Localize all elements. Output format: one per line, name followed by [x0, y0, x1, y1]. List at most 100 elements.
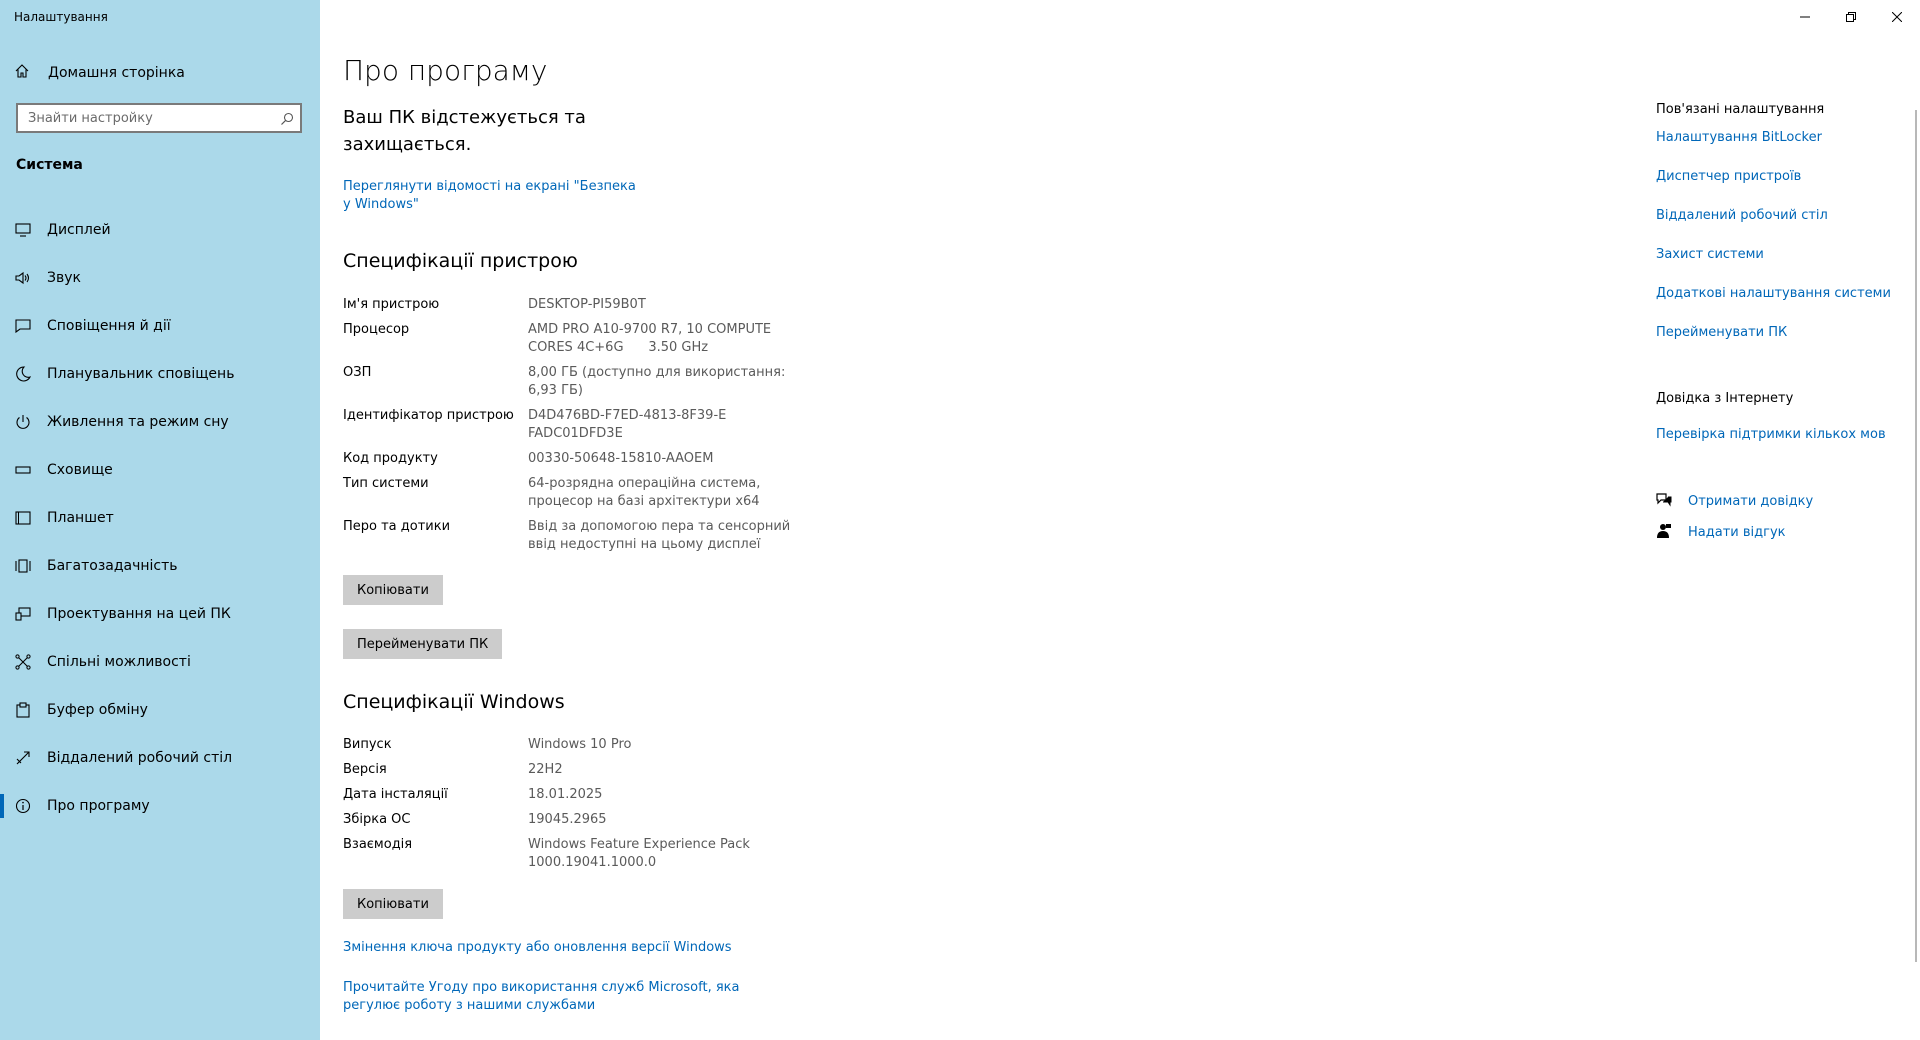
copy-windows-specs-button[interactable]: Копіювати — [343, 889, 443, 919]
sidebar-item-tablet[interactable]: Планшет — [0, 494, 320, 542]
web-help-language-link[interactable]: Перевірка підтримки кількох мов — [1656, 426, 1886, 444]
change-product-key-link[interactable]: Змінення ключа продукту або оновлення ве… — [343, 939, 732, 957]
section-title: Система — [16, 157, 83, 173]
home-icon — [14, 63, 30, 83]
power-icon — [14, 413, 32, 431]
sidebar-item-label: Буфер обміну — [47, 702, 148, 718]
spec-key: Дата інсталяції — [343, 787, 448, 802]
related-link-system-protection[interactable]: Захист системи — [1656, 246, 1764, 264]
spec-row: Випуск Windows 10 Pro — [343, 736, 813, 754]
speaker-icon — [14, 269, 32, 287]
services-agreement-link[interactable]: Прочитайте Угоду про використання служб … — [343, 979, 793, 1015]
spec-key: Ідентифікатор пристрою — [343, 408, 514, 423]
related-link-device-manager[interactable]: Диспетчер пристроїв — [1656, 168, 1801, 186]
get-help-link[interactable]: Отримати довідку — [1688, 493, 1813, 511]
spec-row: Збірка ОС 19045.2965 — [343, 811, 813, 829]
protection-status: Ваш ПК відстежується та захищається. — [343, 107, 586, 155]
sidebar-item-clipboard[interactable]: Буфер обміну — [0, 686, 320, 734]
spec-row: Взаємодія Windows Feature Experience Pac… — [343, 836, 813, 872]
related-link-advanced-settings[interactable]: Додаткові налаштування системи — [1656, 285, 1891, 303]
sidebar-item-focus-assist[interactable]: Планувальник сповіщень — [0, 350, 320, 398]
sidebar-item-multitasking[interactable]: Багатозадачність — [0, 542, 320, 590]
spec-value: 22H2 — [528, 762, 563, 777]
info-icon — [14, 797, 32, 815]
sidebar-item-label: Дисплей — [47, 222, 111, 238]
sidebar-item-label: Живлення та режим сну — [47, 414, 229, 430]
spec-key: Код продукту — [343, 451, 438, 466]
feedback-link[interactable]: Надати відгук — [1688, 524, 1786, 542]
security-details-link[interactable]: Переглянути відомості на екрані "Безпека… — [343, 178, 643, 214]
sidebar-item-remote-desktop[interactable]: Віддалений робочий стіл — [0, 734, 320, 782]
sidebar: Налаштування Домашня сторінка Система Ди… — [0, 0, 320, 1040]
shared-experiences-icon — [14, 653, 32, 671]
close-icon — [1891, 7, 1903, 26]
spec-key: Ім'я пристрою — [343, 297, 440, 312]
sidebar-item-label: Віддалений робочий стіл — [47, 750, 233, 766]
windows-specs-table: Випуск Windows 10 Pro Версія 22H2 Дата і… — [343, 736, 813, 879]
search-input[interactable] — [26, 109, 270, 127]
sidebar-item-label: Спільні можливості — [47, 654, 191, 670]
spec-value: 8,00 ГБ (доступно для використання: 6,93… — [528, 365, 786, 398]
sidebar-item-shared-experiences[interactable]: Спільні можливості — [0, 638, 320, 686]
sidebar-item-storage[interactable]: Сховище — [0, 446, 320, 494]
sidebar-item-notifications[interactable]: Сповіщення й дії — [0, 302, 320, 350]
sidebar-item-label: Багатозадачність — [47, 558, 178, 574]
sidebar-item-power[interactable]: Живлення та режим сну — [0, 398, 320, 446]
spec-value: Ввід за допомогою пера та сенсорний ввід… — [528, 519, 791, 552]
spec-value: AMD PRO A10-9700 R7, 10 COMPUTE CORES 4C… — [528, 322, 776, 355]
search-box[interactable] — [16, 103, 302, 133]
spec-value: DESKTOP-PI59B0T — [528, 297, 646, 312]
spec-value: 19045.2965 — [528, 812, 607, 827]
feedback-item[interactable]: Надати відгук — [1656, 523, 1786, 543]
spec-key: Тип системи — [343, 476, 429, 491]
tablet-icon — [14, 509, 32, 527]
spec-key: Взаємодія — [343, 837, 413, 852]
spec-value: D4D476BD-F7ED-4813-8F39-EFADC01DFD3E — [528, 408, 727, 441]
spec-key: Процесор — [343, 322, 410, 337]
spec-row: Тип системи 64-розрядна операційна систе… — [343, 475, 813, 511]
get-help-item[interactable]: Отримати довідку — [1656, 492, 1813, 512]
moon-icon — [14, 365, 32, 383]
spec-row: Дата інсталяції 18.01.2025 — [343, 786, 813, 804]
home-link[interactable]: Домашня сторінка — [14, 62, 185, 84]
spec-row: Ім'я пристрою DESKTOP-PI59B0T — [343, 296, 813, 314]
minimize-icon — [1800, 7, 1810, 26]
remote-desktop-icon — [14, 749, 32, 767]
device-specs-table: Ім'я пристрою DESKTOP-PI59B0T Процесор A… — [343, 296, 813, 561]
related-link-rename-pc[interactable]: Перейменувати ПК — [1656, 324, 1787, 342]
windows-specs-heading: Специфікації Windows — [343, 691, 565, 713]
copy-device-specs-button[interactable]: Копіювати — [343, 575, 443, 605]
page-title: Про програму — [343, 54, 548, 87]
chat-help-icon — [1656, 492, 1672, 512]
spec-key: Випуск — [343, 737, 392, 752]
spec-row: Версія 22H2 — [343, 761, 813, 779]
multitasking-icon — [14, 557, 32, 575]
sidebar-item-projecting[interactable]: Проектування на цей ПК — [0, 590, 320, 638]
main-content: Про програму Ваш ПК відстежується та зах… — [343, 0, 1623, 1040]
sidebar-item-label: Планшет — [47, 510, 114, 526]
spec-value: 00330-50648-15810-AAOEM — [528, 451, 714, 466]
sidebar-item-label: Сповіщення й дії — [47, 318, 171, 334]
spec-key: Версія — [343, 762, 387, 777]
projecting-icon — [14, 605, 32, 623]
sidebar-item-display[interactable]: Дисплей — [0, 206, 320, 254]
restore-button[interactable] — [1828, 0, 1874, 32]
spec-value: Windows 10 Pro — [528, 737, 632, 752]
sidebar-item-sound[interactable]: Звук — [0, 254, 320, 302]
related-link-bitlocker[interactable]: Налаштування BitLocker — [1656, 129, 1822, 147]
spec-key: ОЗП — [343, 365, 372, 380]
sidebar-item-about[interactable]: Про програму — [0, 782, 320, 830]
spec-value: Windows Feature Experience Pack 1000.190… — [528, 837, 750, 870]
spec-row: Ідентифікатор пристрою D4D476BD-F7ED-481… — [343, 407, 813, 443]
clipboard-icon — [14, 701, 32, 719]
device-specs-heading: Специфікації пристрою — [343, 250, 578, 272]
sidebar-item-label: Планувальник сповіщень — [47, 366, 235, 382]
app-title: Налаштування — [14, 10, 108, 24]
close-button[interactable] — [1874, 0, 1920, 32]
related-link-remote-desktop[interactable]: Віддалений робочий стіл — [1656, 207, 1828, 225]
sidebar-item-label: Проектування на цей ПК — [47, 606, 231, 622]
rename-pc-button[interactable]: Перейменувати ПК — [343, 629, 503, 659]
minimize-button[interactable] — [1782, 0, 1828, 32]
scrollbar[interactable] — [1915, 110, 1917, 962]
search-icon[interactable] — [280, 111, 294, 130]
